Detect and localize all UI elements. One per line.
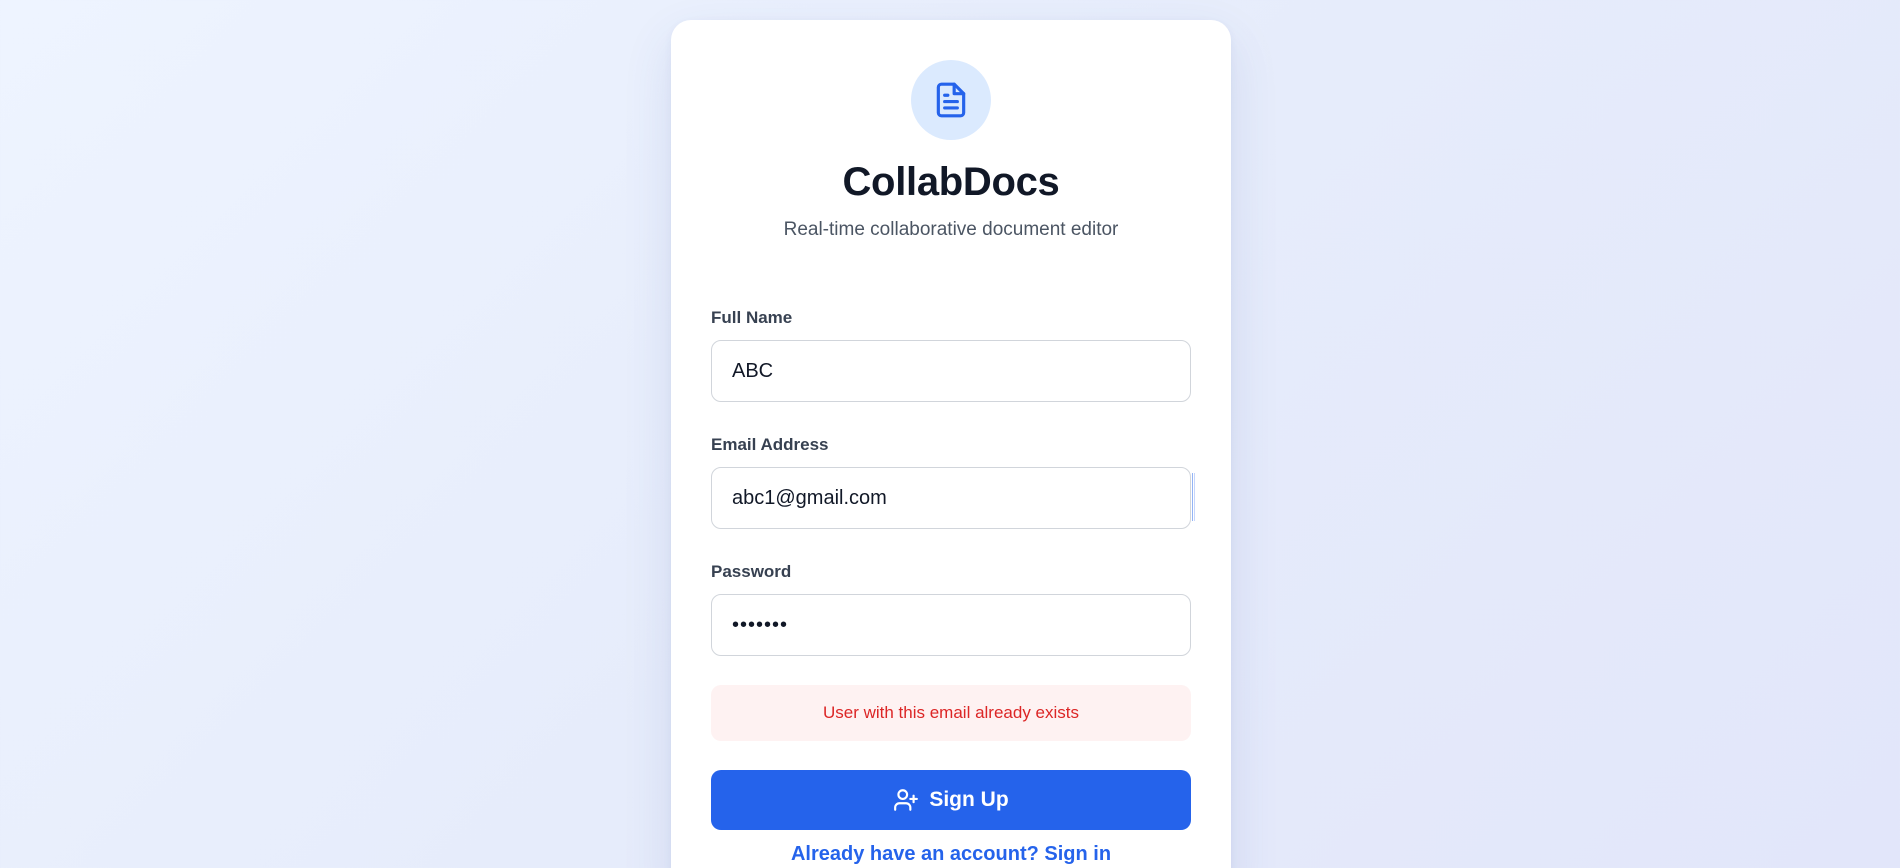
- app-logo: [911, 60, 991, 140]
- user-plus-icon: [894, 789, 919, 811]
- document-icon: [936, 82, 966, 118]
- app-subtitle: Real-time collaborative document editor: [783, 219, 1119, 240]
- full-name-label: Full Name: [711, 308, 793, 327]
- app-title: CollabDocs: [842, 160, 1060, 204]
- error-text: User with this email already exists: [822, 703, 1080, 722]
- password-input[interactable]: [711, 594, 1191, 656]
- signin-link[interactable]: Already have an account? Sign in: [671, 843, 1231, 866]
- full-name-input[interactable]: [711, 340, 1191, 402]
- signup-card: CollabDocs Real-time collaborative docum…: [671, 20, 1231, 868]
- email-focus-indicator: [1192, 473, 1195, 521]
- password-label: Password: [711, 562, 792, 581]
- email-label: Email Address: [711, 435, 829, 454]
- error-message: User with this email already exists: [711, 685, 1191, 741]
- signup-button[interactable]: Sign Up: [711, 770, 1191, 830]
- signup-button-label: Sign Up: [929, 788, 1009, 811]
- email-input[interactable]: [711, 467, 1191, 529]
